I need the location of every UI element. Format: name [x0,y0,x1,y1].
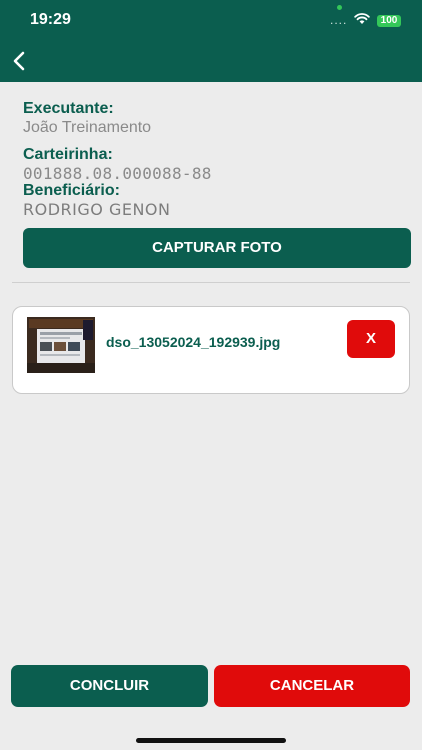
carteirinha-label: Carteirinha: [23,146,113,163]
attachment-filename: dso_13052024_192939.jpg [106,334,281,350]
status-bar: 19:29 .... 100 [0,0,422,38]
cancelar-button[interactable]: CANCELAR [214,665,410,707]
photo-thumbnail [27,317,95,373]
executante-label: Executante: [23,100,114,117]
beneficiario-value: RODRIGO GENON [23,200,171,219]
capture-photo-button[interactable]: CAPTURAR FOTO [23,228,411,268]
attachment-card: dso_13052024_192939.jpg X [12,306,410,394]
remove-attachment-button[interactable]: X [347,320,395,358]
concluir-button[interactable]: CONCLUIR [11,665,208,707]
home-indicator [136,738,286,743]
back-chevron-icon[interactable] [10,50,30,72]
camera-indicator-icon [337,5,342,10]
beneficiario-label: Beneficiário: [23,182,120,199]
executante-value: João Treinamento [23,119,152,136]
battery-icon: 100 [377,15,401,27]
carteirinha-value: 001888.08.000088-88 [23,164,212,183]
thumbnail-image [27,317,95,373]
navigation-bar [0,38,422,82]
status-time: 19:29 [30,11,71,28]
wifi-icon [354,13,370,24]
signal-icon: .... [330,13,348,27]
divider [12,282,410,283]
